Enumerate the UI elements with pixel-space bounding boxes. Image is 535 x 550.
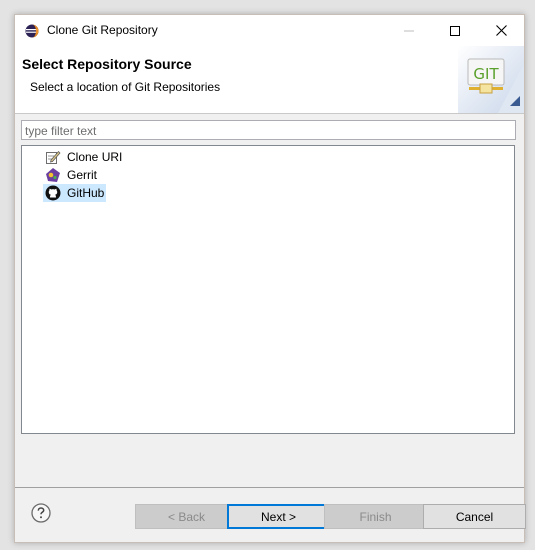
tree-item-github[interactable]: GitHub <box>43 184 107 202</box>
window-title: Clone Git Repository <box>47 23 158 37</box>
git-banner-text: GIT <box>473 65 499 83</box>
maximize-icon <box>450 25 460 36</box>
git-banner-image: GIT <box>458 46 524 113</box>
maximize-button[interactable] <box>432 15 478 46</box>
back-button[interactable]: < Back <box>135 504 238 529</box>
cancel-button[interactable]: Cancel <box>423 504 526 529</box>
github-icon <box>45 185 61 201</box>
dialog-window: Clone Git Repository Select Repository S… <box>14 14 526 543</box>
tree-item-clone-uri[interactable]: Clone URI <box>43 148 124 166</box>
minimize-icon <box>404 30 414 31</box>
eclipse-icon <box>25 24 39 38</box>
page-description: Select a location of Git Repositories <box>30 80 221 94</box>
minimize-button[interactable] <box>386 15 432 46</box>
help-button[interactable] <box>31 503 51 523</box>
help-icon <box>31 503 51 523</box>
clone-uri-icon <box>45 149 61 165</box>
next-button[interactable]: Next > <box>227 504 330 529</box>
filter-input[interactable] <box>21 120 516 140</box>
close-button[interactable] <box>478 15 524 46</box>
page-title: Select Repository Source <box>22 56 192 72</box>
tree-item-label: GitHub <box>67 186 105 200</box>
footer-divider <box>15 487 524 488</box>
gerrit-icon <box>45 167 61 183</box>
title-bar[interactable]: Clone Git Repository <box>15 15 524 46</box>
tree-item-label: Clone URI <box>67 150 123 164</box>
finish-button[interactable]: Finish <box>324 504 427 529</box>
tree-item-label: Gerrit <box>67 168 97 182</box>
tree-item-gerrit[interactable]: Gerrit <box>43 166 99 184</box>
wizard-header: Select Repository Source Select a locati… <box>15 46 524 114</box>
repository-source-tree[interactable]: Clone URI Gerrit GitHub <box>21 145 515 434</box>
close-icon <box>495 25 507 36</box>
